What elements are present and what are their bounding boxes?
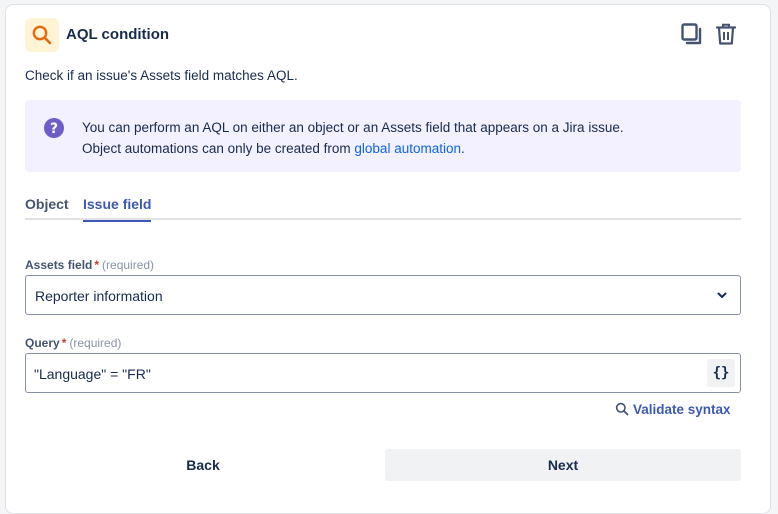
info-message: ? You can perform an AQL on either an ob… [25,100,741,172]
required-hint: (required) [102,258,155,272]
aql-condition-icon [25,18,59,52]
braces-icon[interactable]: {} [707,359,735,387]
trash-icon[interactable] [714,22,738,51]
assets-field-value: Reporter information [35,288,163,304]
assets-field-label-text: Assets field [25,258,93,272]
query-label-text: Query [25,336,60,350]
required-star: * [61,336,67,350]
validate-syntax-label: Validate syntax [633,402,731,417]
copy-icon[interactable] [680,22,704,51]
query-input[interactable]: "Language" = "FR" {} [25,353,741,393]
info-text: You can perform an AQL on either an obje… [82,117,624,159]
search-icon [32,25,52,45]
question-icon: ? [44,118,64,138]
tab-bar: Object Issue field [25,196,741,222]
required-star: * [94,258,100,272]
info-line-2: Object automations can only be created f… [82,138,624,159]
back-button[interactable]: Back [25,449,381,481]
condition-description: Check if an issue's Assets field matches… [25,68,298,83]
page-title: AQL condition [66,26,170,43]
next-button[interactable]: Next [385,449,741,481]
required-hint: (required) [69,336,122,350]
info-line-1: You can perform an AQL on either an obje… [82,120,624,135]
info-line-2-suffix: . [460,141,465,156]
assets-field-label: Assets field * (required) [25,258,154,272]
global-automation-link[interactable]: global automation [354,141,461,156]
tab-object[interactable]: Object [25,196,69,220]
info-line-2-prefix: Object automations can only be created f… [82,141,355,156]
query-value[interactable]: "Language" = "FR" [34,366,151,382]
tab-issue-field[interactable]: Issue field [83,196,152,222]
svg-text:?: ? [50,121,58,137]
assets-field-select[interactable]: Reporter information [25,275,741,315]
search-icon [615,402,629,416]
chevron-down-icon [717,292,727,298]
query-label: Query * (required) [25,336,121,350]
